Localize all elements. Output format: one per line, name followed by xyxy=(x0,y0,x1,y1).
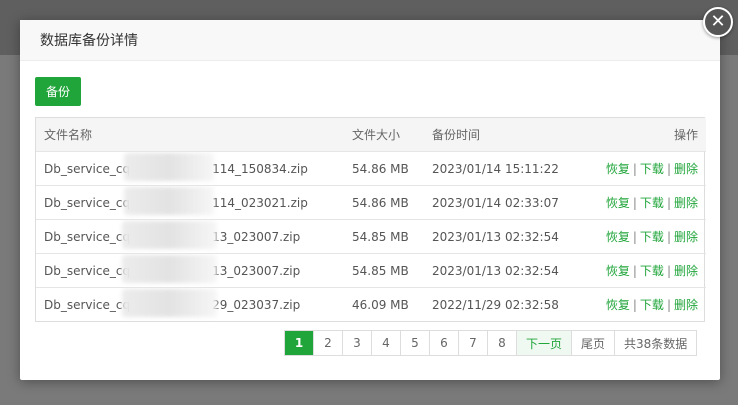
dialog-header: 数据库备份详情 xyxy=(20,20,720,61)
page-1-button[interactable]: 1 xyxy=(285,331,314,355)
redaction-blur xyxy=(122,254,217,283)
action-separator: | xyxy=(632,162,637,176)
backup-table: 文件名称 文件大小 备份时间 操作 Db_service_cq 114_15083… xyxy=(35,117,706,322)
cell-filename: Db_service_cq 114_023021.zip xyxy=(36,185,344,220)
page-7-button[interactable]: 7 xyxy=(459,331,488,355)
page-8-button[interactable]: 8 xyxy=(488,331,517,355)
delete-link[interactable]: 删除 xyxy=(674,264,698,278)
backup-button[interactable]: 备份 xyxy=(35,77,81,106)
restore-link[interactable]: 恢复 xyxy=(606,230,630,244)
cell-actions: 恢复 | 下载 | 删除 xyxy=(574,185,706,220)
action-separator: | xyxy=(632,298,637,312)
cell-time: 2023/01/13 02:32:54 xyxy=(424,219,574,254)
header-filename: 文件名称 xyxy=(36,118,344,152)
table-row: Db_service_cq 29_023037.zip 46.09 MB 2022… xyxy=(36,288,706,322)
delete-link[interactable]: 删除 xyxy=(674,196,698,210)
cell-size: 46.09 MB xyxy=(352,297,409,312)
restore-link[interactable]: 恢复 xyxy=(606,298,630,312)
cell-time: 2022/11/29 02:32:58 xyxy=(432,297,559,312)
header-size: 文件大小 xyxy=(344,118,424,152)
cell-size: 54.85 MB xyxy=(344,253,424,288)
cell-size: 54.86 MB xyxy=(344,151,424,186)
last-page-button[interactable]: 尾页 xyxy=(572,331,616,355)
cell-actions: 恢复 | 下载 | 删除 xyxy=(574,219,706,254)
header-actions: 操作 xyxy=(574,118,706,152)
delete-link[interactable]: 删除 xyxy=(674,298,698,312)
backup-details-dialog: 数据库备份详情 备份 文件名称 文件大小 备份时间 操作 Db_service_… xyxy=(20,20,720,380)
filename-suffix: 13_023007.zip xyxy=(212,229,301,244)
filename-prefix: Db_service_cq xyxy=(44,229,131,244)
cell-time: 2023/01/13 02:32:54 xyxy=(424,253,574,288)
action-separator: | xyxy=(666,196,671,210)
dialog-title: 数据库备份详情 xyxy=(40,33,138,49)
action-separator: | xyxy=(632,264,637,278)
filename-prefix: Db_service_cq xyxy=(44,161,131,176)
page-3-button[interactable]: 3 xyxy=(343,331,372,355)
table-row: Db_service_cq 114_023021.zip 54.86 MB 202… xyxy=(36,185,706,220)
action-separator: | xyxy=(632,196,637,210)
action-separator: | xyxy=(632,230,637,244)
filename-prefix: Db_service_cq xyxy=(44,195,131,210)
action-separator: | xyxy=(666,162,671,176)
page-4-button[interactable]: 4 xyxy=(372,331,401,355)
redaction-blur xyxy=(122,288,217,317)
cell-actions: 恢复 | 下载 | 删除 xyxy=(574,288,706,322)
cell-filename: Db_service_cq 13_023007.zip xyxy=(36,253,344,288)
cell-size: 54.86 MB xyxy=(344,185,424,220)
download-link[interactable]: 下载 xyxy=(640,298,664,312)
table-row: Db_service_cq 13_023007.zip 54.85 MB 2023… xyxy=(36,253,706,288)
next-page-button[interactable]: 下一页 xyxy=(517,331,573,355)
header-time: 备份时间 xyxy=(424,118,574,152)
download-link[interactable]: 下载 xyxy=(640,162,664,176)
action-separator: | xyxy=(666,298,671,312)
restore-link[interactable]: 恢复 xyxy=(606,162,630,176)
redaction-blur xyxy=(124,186,214,215)
table-header-row: 文件名称 文件大小 备份时间 操作 xyxy=(36,118,706,152)
download-link[interactable]: 下载 xyxy=(640,230,664,244)
table-row: Db_service_cq 114_150834.zip 54.86 MB 202… xyxy=(36,151,706,186)
filename-prefix: Db_service_cq xyxy=(44,297,131,312)
delete-link[interactable]: 删除 xyxy=(674,230,698,244)
page-5-button[interactable]: 5 xyxy=(401,331,430,355)
cell-filename: Db_service_cq 13_023007.zip xyxy=(36,219,344,254)
restore-link[interactable]: 恢复 xyxy=(606,196,630,210)
action-separator: | xyxy=(666,264,671,278)
restore-link[interactable]: 恢复 xyxy=(606,264,630,278)
cell-size: 54.85 MB xyxy=(344,219,424,254)
cell-actions: 恢复 | 下载 | 删除 xyxy=(574,253,706,288)
page-6-button[interactable]: 6 xyxy=(430,331,459,355)
cell-time: 2023/01/14 02:33:07 xyxy=(424,185,574,220)
page-2-button[interactable]: 2 xyxy=(314,331,343,355)
cell-filename: Db_service_cq 114_150834.zip xyxy=(36,151,344,186)
close-icon[interactable]: ✕ xyxy=(703,7,733,37)
download-link[interactable]: 下载 xyxy=(640,264,664,278)
redaction-blur xyxy=(122,220,217,249)
filename-prefix: Db_service_cq xyxy=(44,263,131,278)
redaction-blur xyxy=(124,152,214,181)
filename-suffix: 114_150834.zip xyxy=(212,161,308,176)
delete-link[interactable]: 删除 xyxy=(674,162,698,176)
cell-filename: Db_service_cq 29_023037.zip xyxy=(36,288,344,322)
filename-suffix: 29_023037.zip xyxy=(212,297,301,312)
cell-time: 2023/01/14 15:11:22 xyxy=(424,151,574,186)
pagination: 1 2 3 4 5 6 7 8 下一页 尾页 共38条数据 xyxy=(284,330,698,356)
filename-suffix: 114_023021.zip xyxy=(212,195,308,210)
filename-suffix: 13_023007.zip xyxy=(212,263,301,278)
table-row: Db_service_cq 13_023007.zip 54.85 MB 2023… xyxy=(36,219,706,254)
total-count-label: 共38条数据 xyxy=(624,336,688,351)
action-separator: | xyxy=(666,230,671,244)
cell-actions: 恢复 | 下载 | 删除 xyxy=(574,151,706,186)
download-link[interactable]: 下载 xyxy=(640,196,664,210)
